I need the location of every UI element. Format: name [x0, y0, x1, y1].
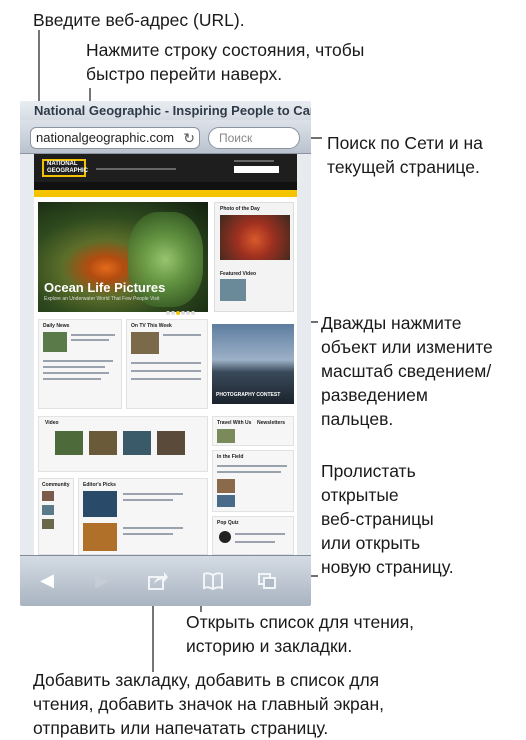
site-header: NATIONAL GEOGRAPHIC — [34, 154, 297, 182]
photo-contest-ad[interactable]: PHOTOGRAPHY CONTEST — [212, 324, 294, 404]
callout-pages: Пролистать открытые веб-страницы или отк… — [321, 461, 454, 577]
site-menu[interactable] — [34, 182, 297, 195]
hero-image[interactable]: Ocean Life Pictures Explore an Underwate… — [38, 202, 208, 315]
share-icon[interactable] — [143, 566, 173, 596]
navigation-bar: nationalgeographic.com ↻ Поиск — [20, 120, 311, 154]
ad-caption: PHOTOGRAPHY CONTEST — [216, 392, 281, 398]
callout-url: Введите веб-адрес (URL). — [33, 10, 245, 30]
carousel-dots[interactable] — [166, 302, 196, 320]
bookmarks-icon[interactable] — [198, 566, 228, 596]
site-search-box[interactable] — [234, 166, 279, 173]
status-title-bar[interactable]: National Geographic - Inspiring People t… — [20, 101, 311, 120]
pages-icon[interactable] — [252, 566, 282, 596]
web-page-content[interactable]: NATIONAL GEOGRAPHIC Ocean Life Pictures … — [34, 154, 297, 555]
pop-quiz-block[interactable]: Pop Quiz — [212, 516, 294, 555]
site-submenu[interactable] — [34, 190, 297, 197]
forward-icon[interactable]: ▶ — [87, 566, 117, 596]
newsletters-heading: Newsletters — [257, 420, 286, 426]
community-heading: Community — [42, 482, 70, 488]
video-block[interactable]: Video — [38, 416, 208, 472]
search-field[interactable]: Поиск — [208, 127, 300, 149]
daily-news-heading: Daily News — [43, 323, 70, 329]
video-heading: Video — [45, 420, 59, 426]
callout-zoom: Дважды нажмите объект или измените масшт… — [321, 313, 493, 429]
in-the-field-heading: In the Field — [217, 454, 244, 460]
callout-share: Добавить закладку, добавить в список для… — [33, 670, 385, 738]
callout-search: Поиск по Сети и на текущей странице. — [327, 133, 483, 177]
bottom-toolbar: ◀ ▶ — [20, 555, 311, 606]
daily-news-block[interactable]: Daily News — [38, 319, 122, 409]
potd-heading: Photo of the Day — [220, 206, 260, 212]
reload-icon[interactable]: ↻ — [183, 128, 195, 148]
callout-reading-list: Открыть список для чтения, историю и зак… — [186, 612, 414, 656]
community-block[interactable]: Community — [38, 478, 74, 555]
featured-video-heading: Featured Video — [220, 271, 257, 277]
site-logo[interactable]: NATIONAL GEOGRAPHIC — [42, 159, 88, 177]
potd-image[interactable] — [220, 215, 290, 260]
hero-title[interactable]: Ocean Life Pictures — [44, 280, 165, 295]
in-the-field-block[interactable]: In the Field — [212, 450, 294, 512]
featured-video-thumb[interactable] — [220, 279, 246, 301]
hero-subtitle: Explore an Underwater World That Few Peo… — [44, 296, 160, 302]
editors-picks-block[interactable]: Editor's Picks — [78, 478, 208, 555]
safari-screen: National Geographic - Inspiring People t… — [20, 101, 311, 606]
pop-quiz-heading: Pop Quiz — [217, 520, 239, 526]
on-tv-heading: On TV This Week — [131, 323, 172, 329]
travel-block[interactable]: Travel With Us Newsletters — [212, 416, 294, 446]
url-value: nationalgeographic.com — [36, 130, 175, 145]
photo-of-the-day[interactable]: Photo of the Day Featured Video — [214, 202, 294, 312]
url-field[interactable]: nationalgeographic.com ↻ — [30, 127, 200, 149]
back-icon[interactable]: ◀ — [32, 566, 62, 596]
on-tv-block[interactable]: On TV This Week — [126, 319, 208, 409]
editors-picks-heading: Editor's Picks — [83, 482, 116, 488]
travel-heading: Travel With Us — [217, 420, 252, 426]
callout-status-bar: Нажмите строку состояния, чтобы быстро п… — [86, 40, 365, 84]
